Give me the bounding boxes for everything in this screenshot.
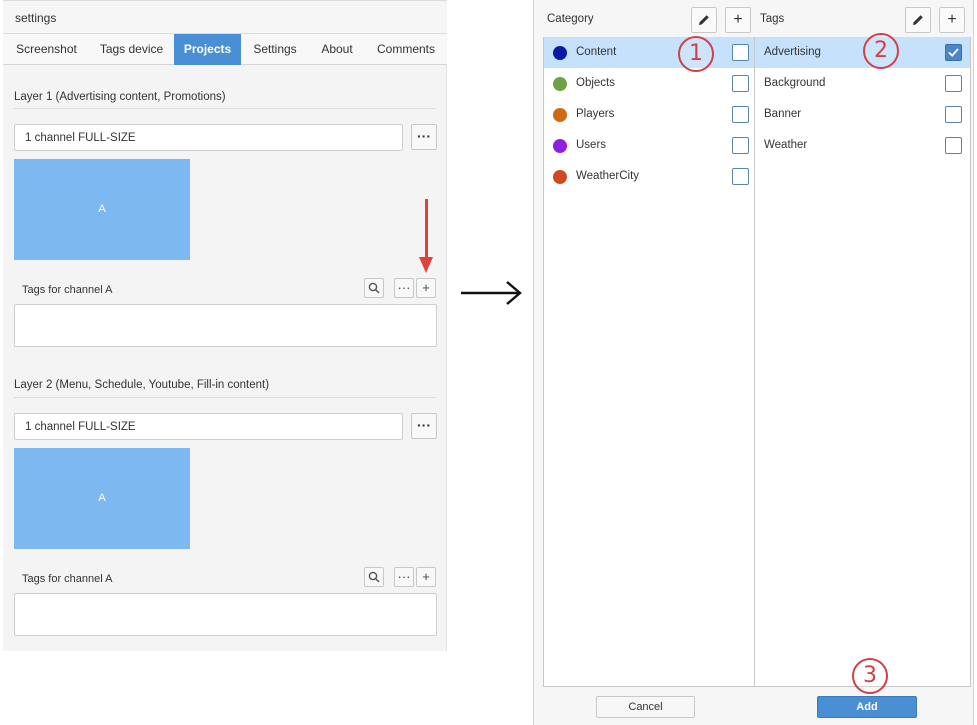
red-pointer-arrow-head — [419, 257, 433, 273]
tag-row-banner[interactable]: Banner — [755, 99, 970, 130]
settings-titlebar: settings — [3, 0, 447, 34]
tag-label: Weather — [764, 139, 808, 151]
category-label: Players — [576, 108, 615, 120]
category-checkbox-content[interactable] — [732, 44, 749, 61]
category-color-dot — [553, 46, 567, 60]
layer-2-channel-select[interactable]: 1 channel FULL-SIZE — [14, 413, 403, 440]
add-button[interactable]: Add — [817, 696, 917, 718]
layer-2-title: Layer 2 (Menu, Schedule, Youtube, Fill-i… — [14, 379, 270, 391]
layer-2-divider — [14, 397, 436, 398]
layer-1-more-button[interactable]: ··· — [411, 124, 437, 150]
category-checkbox-objects[interactable] — [732, 75, 749, 92]
layer-1-add-tag-button[interactable]: + — [416, 278, 436, 298]
tab-about[interactable]: About — [309, 34, 365, 65]
category-color-dot — [553, 108, 567, 122]
category-checkbox-users[interactable] — [732, 137, 749, 154]
tag-checkbox-banner[interactable] — [945, 106, 962, 123]
callout-step-1: 1 — [678, 36, 714, 72]
tag-picker-dialog: Category + Tags + Content Objects Player… — [533, 0, 974, 725]
layer-1-channel-preview[interactable]: A — [14, 159, 190, 260]
category-row-objects[interactable]: Objects — [544, 68, 754, 99]
tab-projects[interactable]: Projects — [174, 34, 241, 65]
cancel-button[interactable]: Cancel — [596, 696, 695, 718]
pencil-icon — [913, 15, 923, 25]
right-arrow-icon — [461, 281, 522, 305]
tab-comments[interactable]: Comments — [365, 34, 447, 65]
category-header: Category — [534, 0, 754, 38]
category-edit-button[interactable] — [691, 7, 717, 33]
callout-step-2: 2 — [863, 33, 899, 69]
category-row-users[interactable]: Users — [544, 130, 754, 161]
checkmark-icon — [948, 48, 959, 57]
tag-checkbox-advertising[interactable] — [945, 44, 962, 61]
layer-1-tags-more-button[interactable]: ··· — [394, 278, 414, 298]
tags-edit-button[interactable] — [905, 7, 931, 33]
search-icon — [368, 571, 380, 583]
category-label: WeatherCity — [576, 170, 640, 182]
layer-1-channel-select[interactable]: 1 channel FULL-SIZE — [14, 124, 403, 151]
layer-1-tags-box[interactable] — [14, 304, 437, 347]
tag-row-weather[interactable]: Weather — [755, 130, 970, 161]
category-row-players[interactable]: Players — [544, 99, 754, 130]
tags-add-button[interactable]: + — [939, 7, 965, 33]
layer-2-channel-value: 1 channel FULL-SIZE — [25, 421, 136, 433]
tag-checkbox-weather[interactable] — [945, 137, 962, 154]
tag-label: Advertising — [764, 46, 821, 58]
category-row-content[interactable]: Content — [544, 37, 754, 68]
tag-checkbox-background[interactable] — [945, 75, 962, 92]
layer-1-tags-label: Tags for channel A — [22, 284, 113, 296]
red-pointer-arrow-shaft — [425, 199, 428, 259]
tag-label: Background — [764, 77, 826, 89]
category-color-dot — [553, 139, 567, 153]
layer-2-channel-preview[interactable]: A — [14, 448, 190, 549]
category-color-dot — [553, 170, 567, 184]
tag-label: Banner — [764, 108, 802, 120]
settings-title: settings — [15, 11, 57, 25]
tab-tags-device[interactable]: Tags device — [90, 34, 173, 65]
tag-row-background[interactable]: Background — [755, 68, 970, 99]
layer-1-title: Layer 1 (Advertising content, Promotions… — [14, 91, 226, 103]
category-label: Users — [576, 139, 607, 151]
layer-1-search-button[interactable] — [364, 278, 384, 298]
category-checkbox-players[interactable] — [732, 106, 749, 123]
settings-panel: settings Screenshot Tags device Projects… — [3, 0, 447, 651]
layer-2-tags-more-button[interactable]: ··· — [394, 567, 414, 587]
layer-2-add-tag-button[interactable]: + — [416, 567, 436, 587]
category-color-dot — [553, 77, 567, 91]
category-label: Objects — [576, 77, 615, 89]
layer-1-channel-value: 1 channel FULL-SIZE — [25, 132, 136, 144]
layer-2-search-button[interactable] — [364, 567, 384, 587]
callout-step-3: 3 — [852, 658, 888, 694]
category-row-weathercity[interactable]: WeatherCity — [544, 161, 754, 192]
category-label: Content — [576, 46, 617, 58]
tab-settings[interactable]: Settings — [241, 34, 309, 65]
tags-header-label: Tags — [760, 13, 785, 25]
settings-tabs: Screenshot Tags device Projects Settings… — [3, 34, 447, 65]
layer-2-more-button[interactable]: ··· — [411, 413, 437, 439]
category-checkbox-weathercity[interactable] — [732, 168, 749, 185]
category-add-button[interactable]: + — [725, 7, 751, 33]
layer-2-tags-box[interactable] — [14, 593, 437, 636]
category-header-label: Category — [547, 13, 594, 25]
layer-2-preview-label: A — [98, 492, 106, 504]
pencil-icon — [699, 15, 709, 25]
layer-1-preview-label: A — [98, 203, 106, 215]
search-icon — [368, 282, 380, 294]
layer-2-tags-label: Tags for channel A — [22, 573, 113, 585]
tab-screenshot[interactable]: Screenshot — [3, 34, 90, 65]
layer-1-divider — [14, 108, 436, 109]
